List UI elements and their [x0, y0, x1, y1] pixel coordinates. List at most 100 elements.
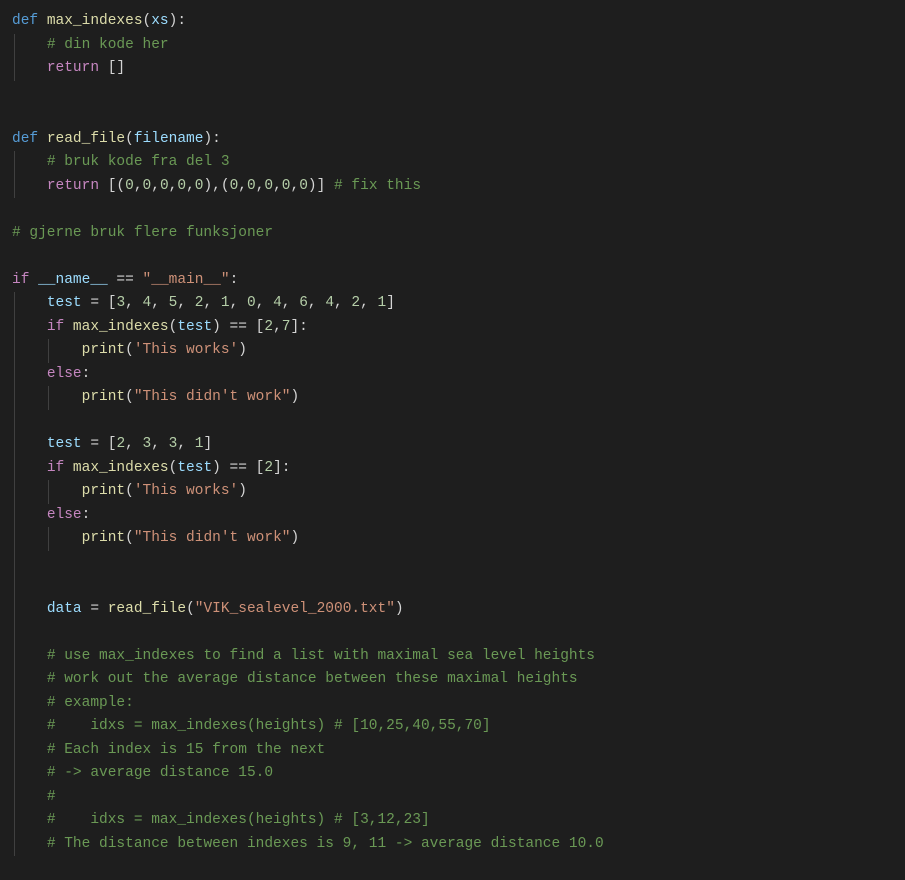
code-token: # bruk kode fra del 3 — [47, 154, 230, 170]
code-token: test — [47, 295, 82, 311]
code-token: # idxs = max_indexes(heights) # [3,12,23… — [47, 812, 430, 828]
code-token: "This didn't work" — [134, 389, 291, 405]
indent-guide — [14, 292, 15, 316]
indent-guide — [14, 809, 15, 833]
code-token: # use max_indexes to find a list with ma… — [47, 648, 595, 664]
code-token: ] — [386, 295, 395, 311]
code-line[interactable]: return [(0,0,0,0,0),(0,0,0,0,0)] # fix t… — [12, 175, 905, 199]
code-token: 0 — [230, 178, 239, 194]
code-token: 0 — [125, 178, 134, 194]
code-line[interactable]: # example: — [12, 692, 905, 716]
code-line[interactable]: print('This works') — [12, 480, 905, 504]
code-token: ( — [125, 389, 134, 405]
code-line[interactable]: print('This works') — [12, 339, 905, 363]
code-line[interactable]: # Each index is 15 from the next — [12, 739, 905, 763]
code-token: 1 — [378, 295, 387, 311]
code-token: read_file — [108, 601, 186, 617]
code-line[interactable]: def max_indexes(xs): — [12, 10, 905, 34]
indent-guide — [14, 175, 15, 199]
code-line[interactable]: print("This didn't work") — [12, 386, 905, 410]
code-token: if — [47, 460, 64, 476]
indent-guide — [14, 57, 15, 81]
code-token: xs — [151, 13, 168, 29]
indent-guide — [14, 715, 15, 739]
code-line[interactable]: test = [2, 3, 3, 1] — [12, 433, 905, 457]
code-line[interactable]: # The distance between indexes is 9, 11 … — [12, 833, 905, 857]
code-token: ]: — [290, 319, 307, 335]
indent-guide — [48, 339, 49, 363]
code-line[interactable]: # idxs = max_indexes(heights) # [10,25,4… — [12, 715, 905, 739]
code-line[interactable] — [12, 621, 905, 645]
code-token: )] — [308, 178, 334, 194]
code-line[interactable]: if __name__ == "__main__": — [12, 269, 905, 293]
code-line[interactable] — [12, 104, 905, 128]
code-line[interactable] — [12, 551, 905, 575]
code-line[interactable]: # gjerne bruk flere funksjoner — [12, 222, 905, 246]
code-token: else — [47, 507, 82, 523]
code-line[interactable]: return [] — [12, 57, 905, 81]
code-token: 4 — [143, 295, 152, 311]
indent-guide — [14, 410, 15, 434]
code-token: == — [108, 272, 143, 288]
indent-guide — [14, 786, 15, 810]
code-token: , — [125, 295, 142, 311]
code-token: if — [47, 319, 64, 335]
code-line[interactable]: # idxs = max_indexes(heights) # [3,12,23… — [12, 809, 905, 833]
code-token: 2 — [264, 460, 273, 476]
code-token: , — [177, 436, 194, 452]
code-token: , — [151, 295, 168, 311]
code-token: # -> average distance 15.0 — [47, 765, 273, 781]
code-token: # idxs = max_indexes(heights) # [10,25,4… — [47, 718, 491, 734]
code-line[interactable] — [12, 198, 905, 222]
code-token: filename — [134, 131, 204, 147]
code-line[interactable]: if max_indexes(test) == [2]: — [12, 457, 905, 481]
code-token: , — [282, 295, 299, 311]
code-token: test — [177, 319, 212, 335]
code-line[interactable]: # use max_indexes to find a list with ma… — [12, 645, 905, 669]
code-line[interactable]: # din kode her — [12, 34, 905, 58]
indent-guide — [14, 457, 15, 481]
code-editor[interactable]: def max_indexes(xs): # din kode her retu… — [12, 10, 905, 856]
code-line[interactable]: test = [3, 4, 5, 2, 1, 0, 4, 6, 4, 2, 1] — [12, 292, 905, 316]
code-line[interactable]: def read_file(filename): — [12, 128, 905, 152]
code-token — [38, 13, 47, 29]
code-line[interactable] — [12, 81, 905, 105]
indent-guide — [14, 621, 15, 645]
code-token: print — [82, 483, 126, 499]
code-line[interactable]: # -> average distance 15.0 — [12, 762, 905, 786]
code-token: def — [12, 13, 38, 29]
code-token: 0 — [282, 178, 291, 194]
code-line[interactable]: if max_indexes(test) == [2,7]: — [12, 316, 905, 340]
code-token: : — [230, 272, 239, 288]
code-token: , — [177, 295, 194, 311]
code-line[interactable] — [12, 410, 905, 434]
code-token: , — [151, 178, 160, 194]
code-line[interactable]: # work out the average distance between … — [12, 668, 905, 692]
code-token: , — [291, 178, 300, 194]
indent-guide — [14, 551, 15, 575]
code-line[interactable]: print("This didn't work") — [12, 527, 905, 551]
code-line[interactable]: else: — [12, 504, 905, 528]
code-token: [( — [99, 178, 125, 194]
code-token: # The distance between indexes is 9, 11 … — [47, 836, 604, 852]
code-token: , — [238, 178, 247, 194]
code-token: # — [47, 789, 56, 805]
code-token: , — [230, 295, 247, 311]
code-token — [29, 272, 38, 288]
code-token — [64, 319, 73, 335]
code-token: ) — [290, 389, 299, 405]
code-line[interactable]: # bruk kode fra del 3 — [12, 151, 905, 175]
code-line[interactable]: data = read_file("VIK_sealevel_2000.txt"… — [12, 598, 905, 622]
code-token: 0 — [247, 178, 256, 194]
code-token: "VIK_sealevel_2000.txt" — [195, 601, 395, 617]
code-token: return — [47, 178, 99, 194]
code-token: ]: — [273, 460, 290, 476]
code-line[interactable]: # — [12, 786, 905, 810]
indent-guide — [14, 645, 15, 669]
code-line[interactable] — [12, 245, 905, 269]
code-token: # example: — [47, 695, 134, 711]
code-token: "This didn't work" — [134, 530, 291, 546]
indent-guide — [14, 339, 15, 363]
code-line[interactable] — [12, 574, 905, 598]
code-line[interactable]: else: — [12, 363, 905, 387]
